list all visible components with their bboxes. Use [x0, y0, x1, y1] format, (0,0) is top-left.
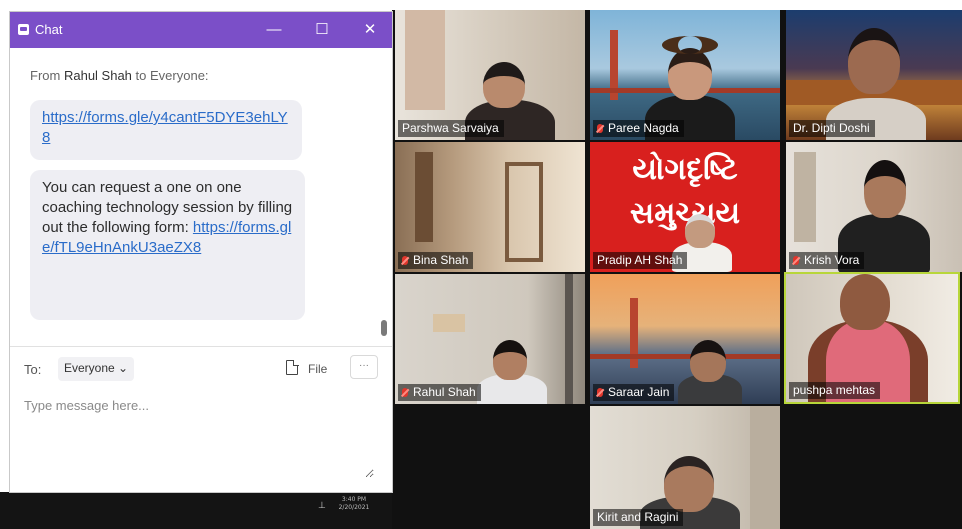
participant-name-text: Kirit and Ragini — [597, 510, 679, 524]
muted-mic-icon — [597, 124, 603, 133]
sender-name: Rahul Shah — [63, 68, 132, 83]
bridge-deck — [590, 354, 780, 359]
participant-head — [848, 28, 900, 94]
video-tile[interactable]: Rahul Shah — [395, 274, 585, 404]
video-tile[interactable]: Saraar Jain — [590, 274, 780, 404]
participant-name-text: Bina Shah — [413, 253, 469, 267]
door-frame — [505, 162, 543, 262]
bear-ears — [662, 36, 718, 54]
background-text-line-1: યોગદૃષ્ટિ — [632, 152, 738, 187]
participant-name: Dr. Dipti Doshi — [789, 120, 875, 137]
taskbar-clock[interactable]: 3:40 PM 2/20/2021 — [334, 496, 374, 512]
minimize-button[interactable]: — — [260, 17, 288, 43]
participant-head — [685, 214, 715, 248]
to-label: To: — [24, 362, 42, 377]
chat-title: Chat — [35, 22, 63, 37]
video-tile[interactable]: Kirit and Ragini — [590, 406, 780, 529]
message-sender-line: From Rahul Shah to Everyone: — [30, 68, 209, 83]
participant-name-text: Krish Vora — [804, 253, 860, 267]
participant-head — [483, 62, 525, 108]
file-icon[interactable] — [286, 359, 299, 375]
curtain — [750, 406, 780, 529]
participant-name-text: Saraar Jain — [608, 385, 670, 399]
chat-window: Chat — ☐ ✕ From Rahul Shah to Everyone: … — [10, 12, 392, 492]
file-button-label[interactable]: File — [308, 362, 327, 376]
chat-app-icon — [18, 24, 29, 35]
muted-mic-icon — [402, 256, 408, 265]
more-options-button[interactable]: ··· — [350, 355, 378, 379]
recipient-dropdown[interactable]: Everyone ⌄ — [58, 357, 135, 381]
close-button[interactable]: ✕ — [356, 17, 384, 43]
chat-messages: From Rahul Shah to Everyone: https://for… — [10, 48, 392, 346]
clock-date: 2/20/2021 — [338, 504, 370, 511]
participant-name: Bina Shah — [398, 252, 474, 269]
maximize-button[interactable]: ☐ — [308, 17, 336, 43]
wall-pipe — [565, 274, 573, 404]
video-tile[interactable]: Paree Nagda — [590, 10, 780, 140]
participant-name: Rahul Shah — [398, 384, 481, 401]
participant-name-text: Parshwa Sarvaiya — [402, 121, 499, 135]
message-link[interactable]: https://forms.gle/y4cantF5DYE3ehLY8 — [42, 109, 288, 146]
message-bubble: https://forms.gle/y4cantF5DYE3ehLY8 — [30, 100, 302, 160]
participant-head — [864, 160, 906, 218]
participant-name: Saraar Jain — [593, 384, 675, 401]
participant-head — [493, 340, 527, 380]
participant-name: Kirit and Ragini — [593, 509, 684, 526]
chat-title-bar[interactable]: Chat — ☐ ✕ — [10, 12, 392, 48]
screen: ⊥ 3:40 PM 2/20/2021 Chat — ☐ ✕ From Rahu… — [0, 0, 962, 529]
participant-name: Pradip AH Shah — [593, 252, 688, 269]
participant-name-text: Paree Nagda — [608, 121, 679, 135]
wall-shelf — [405, 10, 445, 110]
participant-head — [840, 274, 890, 330]
participant-head — [668, 48, 712, 100]
participant-head — [690, 340, 726, 382]
bookshelf — [794, 152, 816, 242]
muted-mic-icon — [402, 388, 408, 397]
muted-mic-icon — [793, 256, 799, 265]
wall-pennant — [433, 314, 465, 332]
chat-scrollbar-thumb[interactable] — [381, 320, 387, 336]
participant-name-text: Pradip AH Shah — [597, 253, 683, 267]
muted-mic-icon — [597, 388, 603, 397]
video-tile[interactable]: Dr. Dipti Doshi — [786, 10, 962, 140]
video-tile[interactable]: Bina Shah — [395, 142, 585, 272]
participant-name-text: pushpa mehtas — [793, 383, 876, 397]
video-tile[interactable]: Krish Vora — [786, 142, 962, 272]
from-suffix: to Everyone: — [135, 68, 209, 83]
participant-name: Krish Vora — [789, 252, 865, 269]
video-tile-active-speaker[interactable]: pushpa mehtas — [784, 272, 960, 404]
message-bubble: You can request a one on one coaching te… — [30, 170, 305, 320]
from-prefix: From — [30, 68, 61, 83]
video-tile[interactable]: યોગદૃષ્ટિ સમુચ્ચય Pradip AH Shah — [590, 142, 780, 272]
participant-name-text: Dr. Dipti Doshi — [793, 121, 870, 135]
participant-name-text: Rahul Shah — [413, 385, 476, 399]
clock-time: 3:40 PM — [341, 496, 367, 503]
composer-divider — [10, 346, 392, 347]
participant-head — [664, 456, 714, 512]
video-tile[interactable]: Parshwa Sarvaiya — [395, 10, 585, 140]
participant-name: pushpa mehtas — [789, 382, 881, 399]
participant-name: Paree Nagda — [593, 120, 684, 137]
wall-frame — [415, 152, 433, 242]
participant-name: Parshwa Sarvaiya — [398, 120, 504, 137]
message-input[interactable] — [24, 398, 374, 478]
network-icon[interactable]: ⊥ — [318, 500, 328, 510]
